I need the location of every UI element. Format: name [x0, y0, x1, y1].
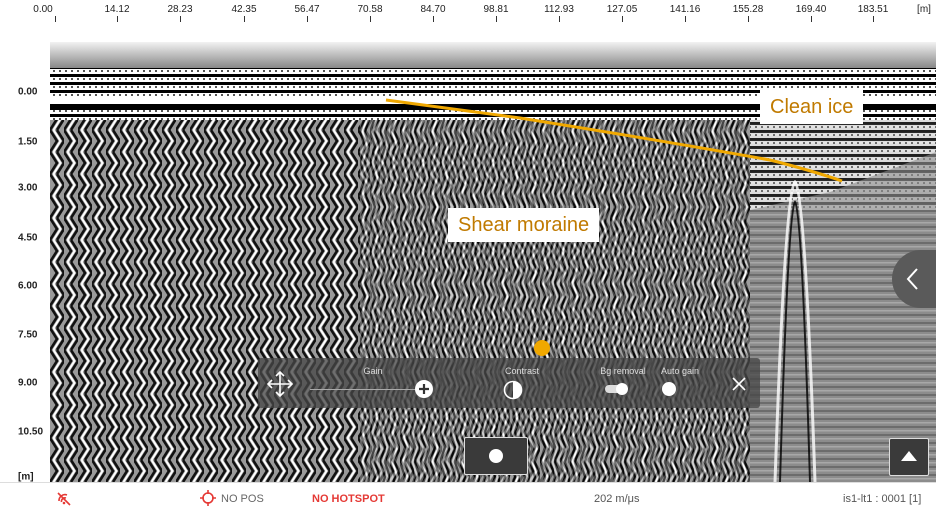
tick-mark	[117, 16, 118, 22]
distance-tick-label: 0.00	[33, 4, 53, 15]
bg-removal-label: Bg removal	[600, 366, 646, 376]
distance-tick-label: 112.93	[544, 4, 574, 15]
crosshair-icon	[200, 490, 216, 506]
capture-button[interactable]	[464, 437, 528, 475]
depth-tick-label: 6.00	[18, 280, 38, 292]
distance-unit-label: [m]	[917, 4, 931, 15]
tick-mark	[685, 16, 686, 22]
tick-mark	[55, 16, 56, 22]
depth-tick-label: 3.00	[18, 182, 38, 194]
depth-tick-label: 4.50	[18, 232, 38, 244]
record-dot-icon	[489, 449, 503, 463]
expand-panel-button[interactable]	[889, 438, 929, 476]
distance-tick-label: 56.47	[294, 4, 320, 15]
file-info: is1-lt1 : 0001 [1]	[843, 493, 922, 505]
tick-mark	[559, 16, 560, 22]
velocity-readout: 202 m/μs	[594, 493, 640, 505]
gain-plus-icon[interactable]	[414, 379, 434, 399]
tick-mark	[811, 16, 812, 22]
bg-removal-toggle[interactable]	[604, 382, 630, 396]
gain-slider-track[interactable]	[310, 389, 418, 390]
gain-label: Gain	[363, 366, 383, 376]
distance-tick-label: 141.16	[669, 4, 701, 15]
gpr-viewer: 0.00 14.12 28.23 42.35 56.47 70.58 84.70…	[0, 0, 936, 515]
depth-tick-label: 0.00	[18, 86, 38, 98]
contrast-label: Contrast	[504, 366, 540, 376]
distance-tick-label: 183.51	[857, 4, 889, 15]
contrast-icon[interactable]	[503, 380, 523, 400]
tick-mark	[496, 16, 497, 22]
position-status: NO POS	[221, 493, 264, 505]
distance-tick-label: 42.35	[231, 4, 257, 15]
move-arrows-icon[interactable]	[266, 370, 294, 398]
depth-tick-label: 1.50	[18, 136, 38, 148]
distance-tick-label: 28.23	[167, 4, 193, 15]
auto-gain-label: Auto gain	[660, 366, 700, 376]
distance-tick-label: 14.12	[104, 4, 130, 15]
distance-tick-label: 84.70	[420, 4, 446, 15]
depth-tick-label: 10.50	[18, 426, 44, 438]
tick-mark	[370, 16, 371, 22]
depth-axis: 0.00 1.50 3.00 4.50 6.00 7.50 9.00 10.50…	[0, 42, 50, 483]
clean-ice-label: Clean ice	[760, 90, 864, 124]
no-signal-icon	[57, 492, 71, 506]
auto-gain-toggle[interactable]	[661, 381, 677, 397]
tick-mark	[307, 16, 308, 22]
status-bar: NO POS NO HOTSPOT 202 m/μs is1-lt1 : 000…	[0, 482, 936, 515]
display-settings-toolbar: Gain Contrast Bg removal Auto gain	[258, 358, 760, 408]
hotspot-status: NO HOTSPOT	[312, 493, 385, 505]
tick-mark	[433, 16, 434, 22]
contrast-handle-dot[interactable]	[533, 339, 551, 357]
radargram-canvas[interactable]: Clean ice Shear moraine	[50, 42, 936, 482]
depth-unit-label: [m]	[18, 471, 34, 483]
distance-axis: 0.00 14.12 28.23 42.35 56.47 70.58 84.70…	[0, 0, 936, 42]
tick-mark	[748, 16, 749, 22]
chevron-left-icon	[906, 268, 918, 290]
distance-tick-label: 155.28	[732, 4, 764, 15]
distance-tick-label: 127.05	[606, 4, 638, 15]
distance-tick-label: 70.58	[357, 4, 383, 15]
tick-mark	[622, 16, 623, 22]
close-icon[interactable]	[732, 377, 746, 391]
tick-mark	[244, 16, 245, 22]
triangle-up-icon	[901, 451, 917, 461]
distance-tick-label: 98.81	[483, 4, 509, 15]
depth-tick-label: 7.50	[18, 329, 38, 341]
tick-mark	[180, 16, 181, 22]
distance-tick-label: 169.40	[795, 4, 827, 15]
depth-tick-label: 9.00	[18, 377, 38, 389]
tick-mark	[873, 16, 874, 22]
shear-moraine-label: Shear moraine	[448, 208, 600, 242]
